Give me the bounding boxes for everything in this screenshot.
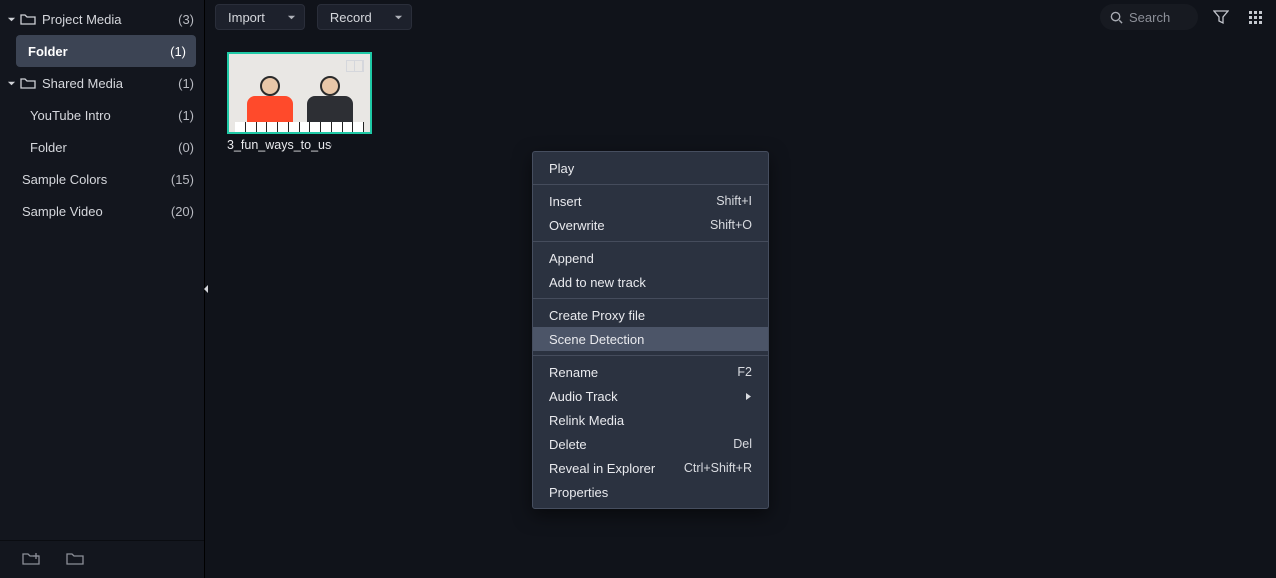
sidebar-item-label: Sample Colors — [22, 172, 171, 187]
thumbnail-caption: 3_fun_ways_to_use_ — [227, 138, 332, 152]
search-placeholder: Search — [1129, 10, 1170, 25]
sidebar-item-label: YouTube Intro — [30, 108, 178, 123]
ctx-insert[interactable]: InsertShift+I — [533, 189, 768, 213]
ctx-append[interactable]: Append — [533, 246, 768, 270]
media-tree: Project Media (3) Folder (1) Shared Medi… — [0, 0, 204, 540]
folder-icon — [20, 75, 36, 91]
new-folder-icon[interactable] — [66, 551, 84, 569]
shortcut-text: Ctrl+Shift+R — [684, 461, 752, 475]
record-dropdown[interactable]: Record — [317, 4, 412, 30]
sidebar-item-folder[interactable]: Folder (0) — [0, 131, 204, 163]
ctx-add-new-track[interactable]: Add to new track — [533, 270, 768, 294]
sidebar-item-label: Folder — [30, 140, 178, 155]
sidebar-item-shared-media[interactable]: Shared Media (1) — [0, 67, 204, 99]
filter-icon — [1213, 9, 1229, 25]
grid-icon — [1249, 11, 1262, 24]
import-label: Import — [228, 10, 265, 25]
sidebar-item-label: Project Media — [42, 12, 178, 27]
sidebar-item-label: Shared Media — [42, 76, 178, 91]
ctx-create-proxy[interactable]: Create Proxy file — [533, 303, 768, 327]
sidebar-item-youtube-intro[interactable]: YouTube Intro (1) — [0, 99, 204, 131]
media-grid: 3_fun_ways_to_use_ Play InsertShift+I Ov… — [205, 34, 1276, 578]
chevron-down-icon — [287, 10, 296, 25]
media-sidebar: Project Media (3) Folder (1) Shared Medi… — [0, 0, 205, 578]
shortcut-text: Shift+O — [710, 218, 752, 232]
toolbar: Import Record Search — [205, 0, 1276, 34]
sidebar-item-label: Folder — [16, 44, 170, 59]
sidebar-item-folder-selected[interactable]: Folder (1) — [16, 35, 196, 67]
media-thumbnail[interactable]: 3_fun_ways_to_use_ — [227, 52, 372, 152]
sidebar-item-count: (0) — [178, 140, 194, 155]
shortcut-text: F2 — [737, 365, 752, 379]
sidebar-item-count: (15) — [171, 172, 194, 187]
chevron-down-icon — [4, 79, 18, 88]
sidebar-item-sample-video[interactable]: Sample Video (20) — [0, 195, 204, 227]
ctx-properties[interactable]: Properties — [533, 480, 768, 504]
search-icon — [1110, 11, 1123, 24]
ctx-overwrite[interactable]: OverwriteShift+O — [533, 213, 768, 237]
new-folder-plus-icon[interactable] — [22, 551, 40, 569]
video-clip-icon — [346, 60, 364, 72]
ctx-scene-detection[interactable]: Scene Detection — [533, 327, 768, 351]
sidebar-bottom-bar — [0, 540, 204, 578]
chevron-down-icon — [4, 15, 18, 24]
import-dropdown[interactable]: Import — [215, 4, 305, 30]
record-label: Record — [330, 10, 372, 25]
context-menu: Play InsertShift+I OverwriteShift+O Appe… — [532, 151, 769, 509]
sidebar-item-count: (1) — [178, 108, 194, 123]
sidebar-item-sample-colors[interactable]: Sample Colors (15) — [0, 163, 204, 195]
shortcut-text: Shift+I — [716, 194, 752, 208]
thumbnail-image — [227, 52, 372, 134]
main-panel: Import Record Search — [205, 0, 1276, 578]
filter-button[interactable] — [1210, 6, 1232, 28]
sidebar-item-label: Sample Video — [22, 204, 171, 219]
sidebar-item-count: (1) — [178, 76, 194, 91]
sidebar-item-count: (1) — [170, 44, 186, 59]
ctx-play[interactable]: Play — [533, 156, 768, 180]
ctx-reveal-explorer[interactable]: Reveal in ExplorerCtrl+Shift+R — [533, 456, 768, 480]
sidebar-item-project-media[interactable]: Project Media (3) — [0, 3, 204, 35]
search-input[interactable]: Search — [1100, 4, 1198, 30]
folder-icon — [20, 11, 36, 27]
shortcut-text: Del — [733, 437, 752, 451]
view-grid-button[interactable] — [1244, 6, 1266, 28]
chevron-down-icon — [394, 10, 403, 25]
ctx-audio-track[interactable]: Audio Track — [533, 384, 768, 408]
submenu-arrow-icon — [745, 389, 752, 404]
ctx-rename[interactable]: RenameF2 — [533, 360, 768, 384]
sidebar-item-count: (20) — [171, 204, 194, 219]
sidebar-item-count: (3) — [178, 12, 194, 27]
ctx-delete[interactable]: DeleteDel — [533, 432, 768, 456]
ctx-relink-media[interactable]: Relink Media — [533, 408, 768, 432]
